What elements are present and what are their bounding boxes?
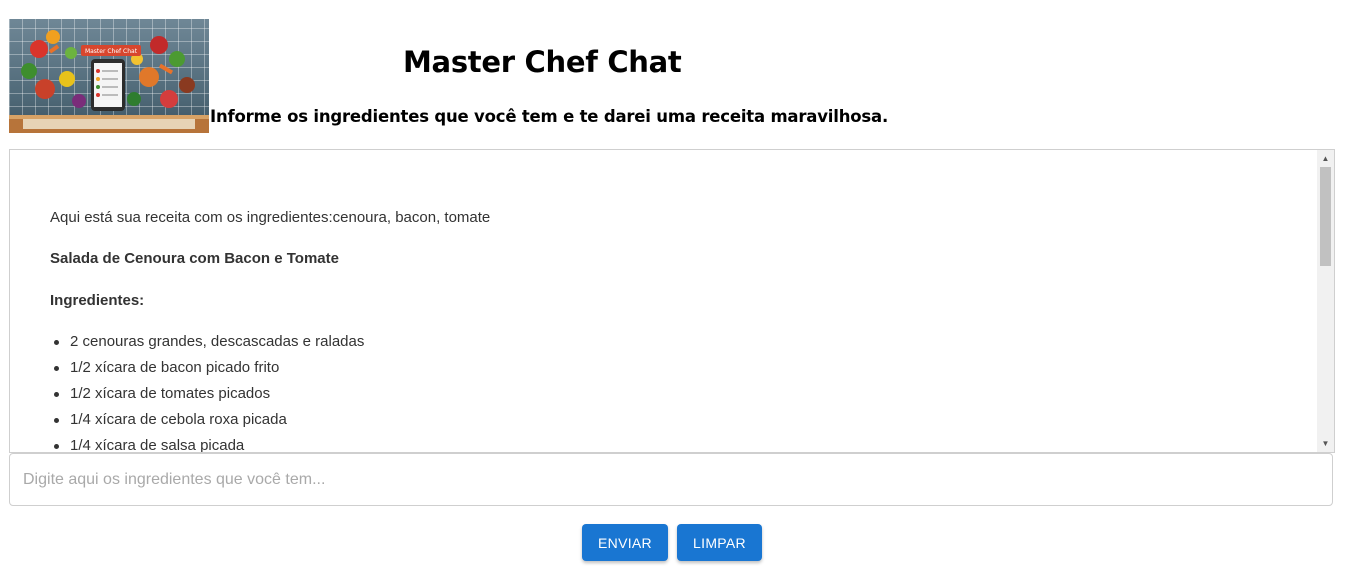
chat-response-area[interactable]: Aqui está sua receita com os ingrediente… bbox=[9, 149, 1335, 453]
list-item: 2 cenouras grandes, descascadas e ralada… bbox=[50, 333, 364, 359]
list-item: 1/4 xícara de cebola roxa picada bbox=[50, 411, 364, 437]
logo-text: Master Chef Chat bbox=[85, 48, 138, 55]
recipe-title: Salada de Cenoura com Bacon e Tomate bbox=[50, 250, 339, 267]
scroll-down-arrow-icon[interactable]: ▼ bbox=[1317, 435, 1334, 452]
ingredients-input[interactable] bbox=[9, 453, 1333, 506]
page-subtitle: Informe os ingredientes que você tem e t… bbox=[210, 107, 889, 126]
page-title: Master Chef Chat bbox=[403, 45, 682, 79]
list-item: 1/2 xícara de bacon picado frito bbox=[50, 359, 364, 385]
scrollbar[interactable]: ▲ ▼ bbox=[1317, 150, 1334, 452]
clear-button[interactable]: LIMPAR bbox=[677, 524, 762, 561]
send-button[interactable]: ENVIAR bbox=[582, 524, 668, 561]
scroll-up-arrow-icon[interactable]: ▲ bbox=[1317, 150, 1334, 167]
recipe-intro: Aqui está sua receita com os ingrediente… bbox=[50, 209, 491, 226]
ingredients-list: 2 cenouras grandes, descascadas e ralada… bbox=[50, 333, 364, 452]
list-item: 1/2 xícara de tomates picados bbox=[50, 385, 364, 411]
input-wrapper bbox=[9, 453, 1333, 506]
logo-image: Master Chef Chat bbox=[9, 19, 209, 133]
scrollbar-thumb[interactable] bbox=[1320, 167, 1331, 266]
list-item: 1/4 xícara de salsa picada bbox=[50, 437, 364, 452]
ingredients-heading: Ingredientes: bbox=[50, 292, 145, 309]
header: Master Chef Chat Master Chef Chat Inform… bbox=[9, 19, 1335, 134]
